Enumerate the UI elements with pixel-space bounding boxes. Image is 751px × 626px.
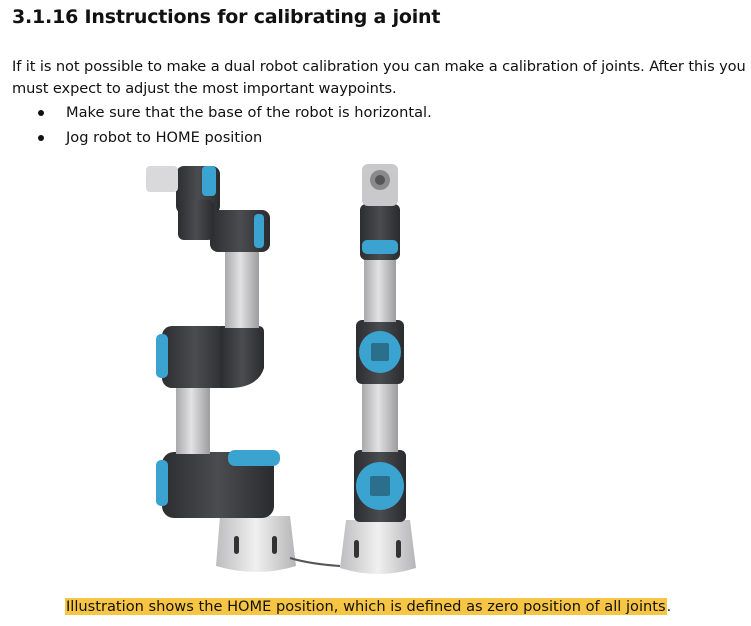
robot-link [176, 386, 210, 454]
list-item: Jog robot to HOME position [0, 127, 432, 152]
list-item-text: Make sure that the base of the robot is … [66, 104, 432, 121]
robot-link [364, 258, 396, 322]
bullet-icon [38, 135, 44, 141]
list-item: Make sure that the base of the robot is … [0, 102, 432, 127]
intro-paragraph: If it is not possible to make a dual rob… [12, 58, 746, 97]
robot-arm-illustration [146, 164, 416, 574]
robot-side-view [146, 166, 341, 572]
robot-base [340, 520, 416, 574]
bullet-list: Make sure that the base of the robot is … [0, 102, 432, 152]
section-number: 3.1.16 [12, 6, 79, 28]
figure-caption: Illustration shows the HOME position, wh… [65, 596, 671, 618]
robot-base [216, 516, 296, 572]
caption-tail: . [666, 598, 672, 615]
section-heading: 3.1.16 Instructions for calibrating a jo… [12, 6, 440, 28]
bullet-icon [38, 110, 44, 116]
robot-front-view [340, 164, 416, 574]
robot-joint [162, 326, 228, 388]
caption-highlight: Illustration shows the HOME position, wh… [65, 598, 667, 615]
list-item-text: Jog robot to HOME position [66, 129, 263, 146]
robot-link [362, 382, 398, 452]
section-title: Instructions for calibrating a joint [84, 6, 441, 28]
robot-cable [289, 557, 341, 567]
robot-link [225, 250, 259, 328]
